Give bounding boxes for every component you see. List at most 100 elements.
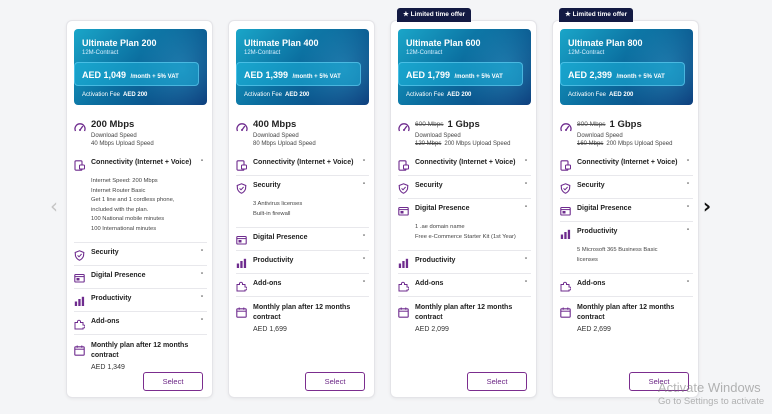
chevron-down-icon[interactable]: ˅	[359, 233, 369, 243]
feature-section-toggle[interactable]: Connectivity (Internet + Voice) ˄	[74, 153, 207, 175]
offer-label: Limited time offer	[572, 11, 628, 18]
activation-fee: Activation Fee AED 200	[82, 92, 147, 98]
plan-name: Ultimate Plan 400	[244, 38, 319, 48]
feature-section-toggle[interactable]: Security ˅	[560, 176, 693, 198]
feature-section-toggle[interactable]: Security ˅	[398, 176, 531, 198]
feature-section: Connectivity (Internet + Voice) ˅	[560, 153, 693, 176]
plan-name: Ultimate Plan 600	[406, 38, 481, 48]
chevron-up-icon[interactable]: ˄	[683, 227, 693, 237]
feature-detail-line: Internet Speed: 200 Mbps	[91, 178, 158, 184]
feature-section: Productivity ˄ 5 Microsoft 365 Business Ba…	[560, 222, 693, 274]
feature-section-toggle[interactable]: Security ˄	[236, 176, 369, 198]
plan-features: Connectivity (Internet + Voice) ˅ Security…	[560, 153, 693, 343]
download-speed-label: Download Speed	[253, 133, 299, 139]
feature-section-title: Security	[415, 182, 443, 189]
activation-value: AED 200	[285, 92, 310, 98]
chevron-down-icon[interactable]: ˅	[521, 256, 531, 266]
chevron-down-icon[interactable]: ˅	[359, 158, 369, 168]
chevron-left-icon[interactable]: ‹	[44, 196, 64, 216]
feature-section-title: Add-ons	[415, 280, 444, 287]
select-plan-button[interactable]: Select	[467, 372, 527, 391]
chevron-up-icon[interactable]: ˄	[197, 158, 207, 168]
download-speed-label: Download Speed	[415, 133, 461, 139]
activation-label: Activation Fee	[568, 92, 607, 98]
feature-section-toggle[interactable]: Digital Presence ˅	[74, 266, 207, 288]
feature-detail-line: included with the plan.	[91, 206, 149, 213]
puzzle-icon	[236, 279, 248, 292]
select-plan-button[interactable]: Select	[143, 372, 203, 391]
feature-section-title: Security	[253, 182, 281, 189]
feature-section-toggle[interactable]: Productivity ˅	[398, 251, 531, 273]
website-icon	[560, 204, 571, 216]
chevron-right-icon[interactable]: ›	[697, 196, 717, 216]
chevron-down-icon[interactable]: ˅	[197, 317, 207, 327]
puzzle-icon	[560, 279, 572, 292]
feature-section: Add-ons ˅	[398, 274, 531, 297]
feature-section-toggle[interactable]: Security ˅	[74, 243, 207, 265]
shield-icon	[398, 181, 409, 194]
feature-section-title: Productivity	[577, 228, 618, 235]
feature-section-toggle[interactable]: Add-ons ˅	[560, 274, 693, 296]
website-icon	[236, 233, 247, 245]
chevron-up-icon[interactable]: ˄	[521, 204, 531, 214]
feature-section-title: Digital Presence	[577, 205, 632, 212]
chevron-down-icon[interactable]: ˅	[683, 158, 693, 168]
chevron-down-icon[interactable]: ˅	[197, 248, 207, 258]
chat-phone-icon	[560, 158, 571, 171]
feature-section-toggle[interactable]: Digital Presence ˄	[398, 199, 531, 221]
plan-name: Ultimate Plan 200	[82, 38, 157, 48]
plan-card: Ultimate Plan 400 12M-Contract AED 1,399 /…	[228, 20, 375, 398]
feature-section-toggle[interactable]: Productivity ˅	[74, 289, 207, 311]
chevron-down-icon[interactable]: ˅	[521, 181, 531, 191]
speed-icon	[236, 121, 248, 133]
feature-section-toggle[interactable]: Connectivity (Internet + Voice) ˅	[236, 153, 369, 175]
chevron-down-icon[interactable]: ˅	[359, 256, 369, 266]
plan-hero: Ultimate Plan 800 12M-Contract AED 2,399 /…	[560, 29, 693, 105]
feature-section-toggle[interactable]: Digital Presence ˅	[236, 228, 369, 250]
chevron-down-icon[interactable]: ˅	[521, 279, 531, 289]
chat-phone-icon	[74, 158, 85, 171]
speed-value: 400 Mbps	[253, 119, 297, 130]
price-bar: AED 1,399 /month + 5% VAT	[236, 62, 361, 86]
feature-section-title: Security	[577, 182, 605, 189]
feature-section: Security ˅	[560, 176, 693, 199]
plan-features: Connectivity (Internet + Voice) ˅ Security…	[398, 153, 531, 343]
plan-name: Ultimate Plan 800	[568, 38, 643, 48]
upload-speed: 160 Mbps 200 Mbps Upload Speed	[577, 141, 672, 147]
feature-section-toggle[interactable]: Connectivity (Internet + Voice) ˅	[398, 153, 531, 175]
feature-section-title: Add-ons	[91, 318, 120, 325]
chevron-down-icon[interactable]: ˅	[521, 158, 531, 168]
chevron-down-icon[interactable]: ˅	[197, 271, 207, 281]
feature-section-toggle[interactable]: Connectivity (Internet + Voice) ˅	[560, 153, 693, 175]
chat-phone-icon	[398, 158, 409, 171]
calendar-icon	[560, 305, 571, 318]
feature-section: Security ˅	[398, 176, 531, 199]
shield-icon	[236, 181, 247, 194]
old-upload-speed: 160 Mbps	[577, 141, 604, 147]
chat-phone-icon	[236, 158, 247, 171]
feature-section-toggle[interactable]: Productivity ˄	[560, 222, 693, 244]
chevron-down-icon[interactable]: ˅	[683, 204, 693, 214]
feature-section-toggle[interactable]: Add-ons ˅	[398, 274, 531, 296]
feature-section: Security ˄ 3 Antivirus licenses Built-in fi…	[236, 176, 369, 228]
select-plan-button[interactable]: Select	[305, 372, 365, 391]
feature-section: Digital Presence ˅	[560, 199, 693, 222]
chevron-down-icon[interactable]: ˅	[197, 294, 207, 304]
select-plan-button[interactable]: Select	[629, 372, 689, 391]
chevron-down-icon[interactable]: ˅	[359, 279, 369, 289]
calendar-icon	[74, 343, 85, 356]
monthly-plan-price: AED 2,699	[577, 326, 611, 333]
old-upload-speed: 120 Mbps	[415, 141, 442, 147]
upload-speed: 40 Mbps Upload Speed	[91, 141, 154, 147]
upload-speed: 80 Mbps Upload Speed	[253, 141, 316, 147]
feature-section-toggle[interactable]: Add-ons ˅	[74, 312, 207, 334]
feature-section-toggle[interactable]: Productivity ˅	[236, 251, 369, 273]
price-suffix: /month + 5% VAT	[130, 74, 179, 80]
productivity-icon	[236, 256, 247, 268]
feature-section-toggle[interactable]: Digital Presence ˅	[560, 199, 693, 221]
chevron-down-icon[interactable]: ˅	[683, 279, 693, 289]
chevron-down-icon[interactable]: ˅	[683, 181, 693, 191]
feature-section-toggle[interactable]: Add-ons ˅	[236, 274, 369, 296]
chevron-up-icon[interactable]: ˄	[359, 181, 369, 191]
feature-detail-line: Get 1 line and 1 cordless phone,	[91, 197, 175, 203]
